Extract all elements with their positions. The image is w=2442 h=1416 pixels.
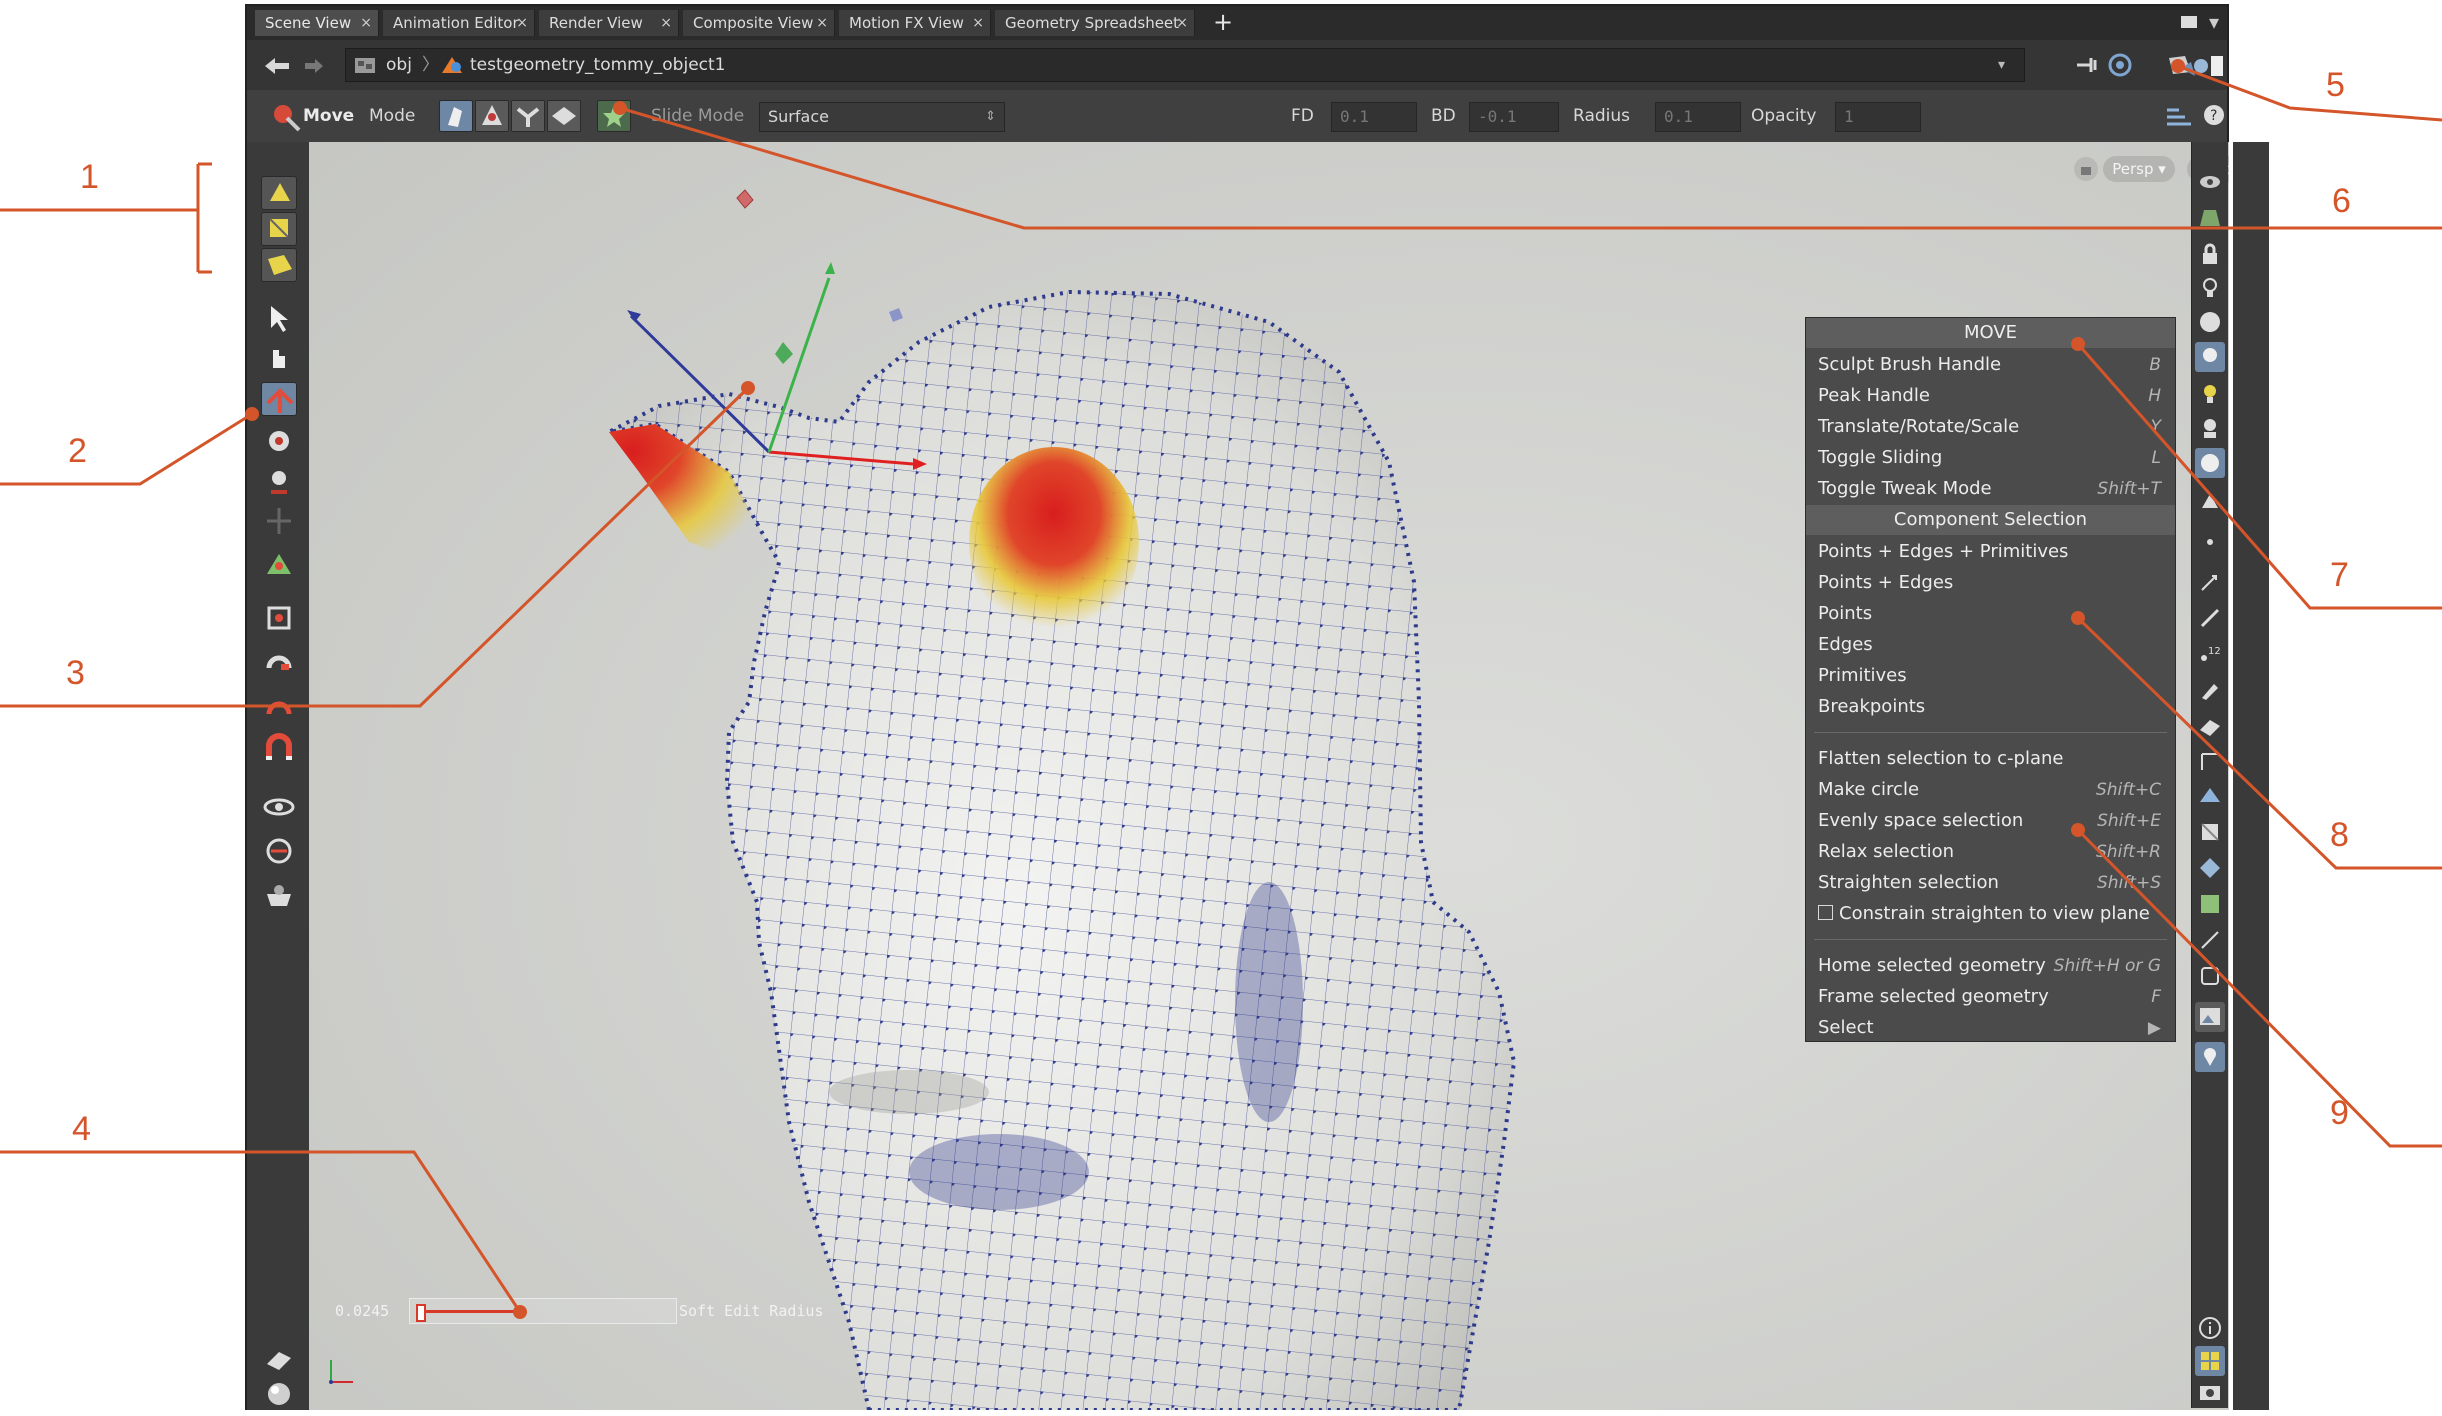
callout-1: 1 (80, 158, 99, 196)
callout-lines (0, 59, 2442, 1319)
callout-7: 7 (2330, 556, 2349, 594)
callout-2: 2 (68, 432, 87, 470)
callout-8: 8 (2330, 816, 2349, 854)
callout-3: 3 (66, 654, 85, 692)
callout-4: 4 (72, 1110, 91, 1148)
callout-6: 6 (2332, 182, 2351, 220)
callout-9: 9 (2330, 1094, 2349, 1132)
callout-5: 5 (2326, 66, 2345, 104)
